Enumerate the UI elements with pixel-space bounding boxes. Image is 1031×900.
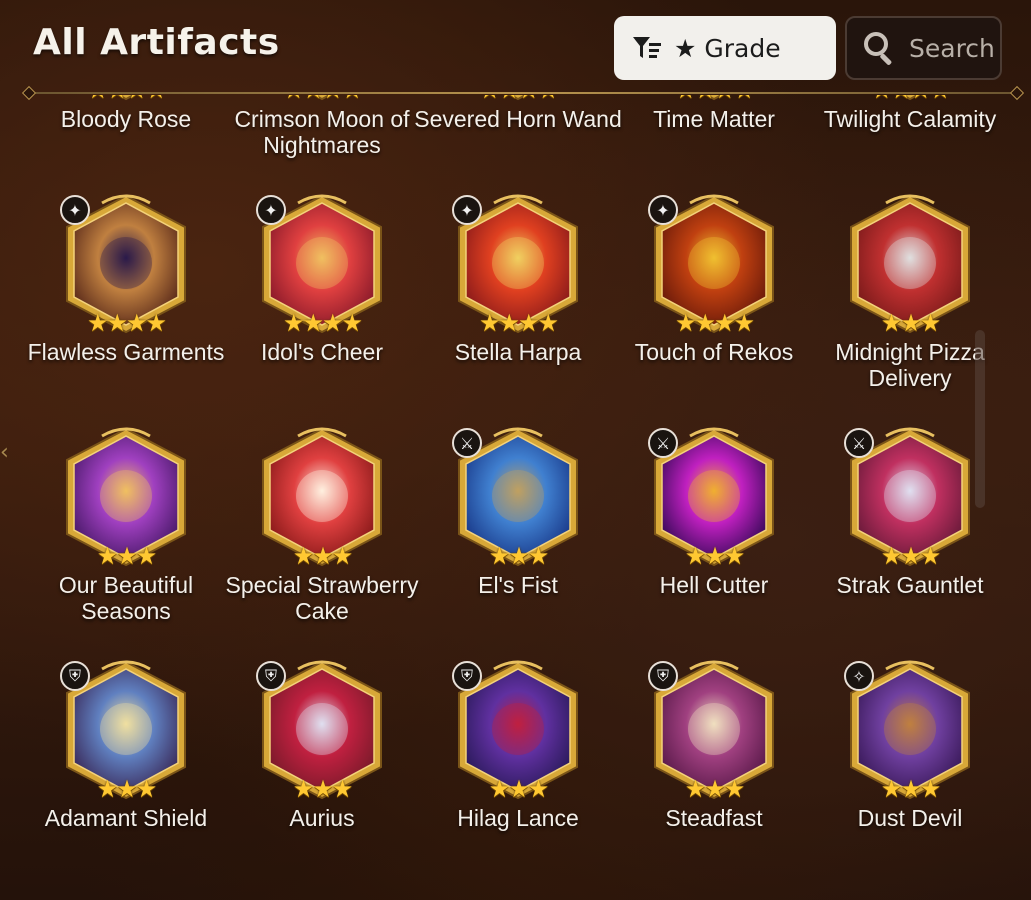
artifact-card[interactable]: ★★★★ Crimson Moon of Nightmares [224,95,420,193]
search-label: Search [909,33,995,63]
artifact-card[interactable]: ★★★★ Bloody Rose [28,95,224,193]
search-icon [864,32,892,65]
mage-icon: ✦ [60,195,90,225]
artifact-name: Aurius [289,805,355,831]
artifact-card[interactable]: ✦ ★★★★ Flawless Garments [28,193,224,426]
artifact-name: El's Fist [478,572,558,598]
artifact-name: Severed Horn Wand [414,106,622,132]
mage-icon: ✦ [256,195,286,225]
artifact-card[interactable]: ⛨ ★★★ Aurius [224,659,420,892]
artifact-card[interactable]: ⛨ ★★★ Hilag Lance [420,659,616,892]
star-rating: ★★★ [488,775,550,803]
artifact-name: Our Beautiful Seasons [58,572,194,624]
artifact-card[interactable]: ⚔ ★★★ El's Fist [420,426,616,659]
scrollbar-thumb[interactable] [975,330,985,508]
artifact-name: Hell Cutter [659,572,769,598]
knight-icon: ⛨ [452,661,482,691]
artifact-card[interactable]: ★★★★ Time Matter [616,95,812,193]
star-rating: ★★★ [684,775,746,803]
star-rating: ★★★★ [28,95,224,104]
star-rating: ★★★★ [86,309,167,337]
star-rating: ★★★ [96,542,158,570]
sort-grade-label: ★ Grade [674,33,781,63]
star-rating: ★★★★ [478,309,559,337]
star-rating: ★★★★ [674,309,755,337]
artifact-name: Strak Gauntlet [836,572,984,598]
sort-grade-button[interactable]: ★ Grade [614,16,836,80]
star-rating: ★★★★ [812,95,1008,104]
artifact-name: Adamant Shield [44,805,208,831]
star-rating: ★★★ [684,542,746,570]
artifact-card[interactable]: ⛨ ★★★ Adamant Shield [28,659,224,892]
star-rating: ★★★★ [616,95,812,104]
star-rating: ★★★★ [224,95,420,104]
knight-icon: ⛨ [60,661,90,691]
search-button[interactable]: Search [845,16,1002,80]
artifact-row: ⛨ ★★★ Adamant Shield ⛨ ★★★ Aurius ⛨ ★★★ Hilag La… [28,659,1008,892]
artifact-name: Flawless Garments [27,339,225,365]
artifact-name: Hilag Lance [457,805,579,831]
top-bar: All Artifacts ★ Grade Search [0,0,1031,94]
artifact-card[interactable]: ✦ ★★★★ Touch of Rekos [616,193,812,426]
artifact-card[interactable]: ★★★★ Severed Horn Wand [414,95,622,193]
star-rating: ★★★ [880,775,942,803]
artifact-card[interactable]: ★★★ Our Beautiful Seasons [28,426,224,659]
artifact-card[interactable]: ★★★★ Twilight Calamity [812,95,1008,193]
artifact-card[interactable]: ★★★ Special Strawberry Cake [224,426,420,659]
artifact-name: Twilight Calamity [823,106,997,132]
artifact-name: Stella Harpa [454,339,582,365]
artifact-name: Special Strawberry Cake [225,572,419,624]
star-rating: ★★★★ [282,309,363,337]
header-divider [28,92,1018,94]
knight-icon: ⛨ [256,661,286,691]
knight-icon: ⛨ [648,661,678,691]
artifact-name: Dust Devil [857,805,963,831]
artifact-grid-viewport[interactable]: ★★★★ Bloody Rose ★★★★ Crimson Moon of Night… [0,95,1031,900]
warrior-icon: ⚔ [648,428,678,458]
star-rating: ★★★★ [420,95,616,104]
mage-icon: ✦ [452,195,482,225]
warrior-icon: ⚔ [844,428,874,458]
artifact-name: Time Matter [653,106,775,132]
artifact-card[interactable]: ✧ ★★★ Dust Devil [812,659,1008,892]
star-rating: ★★★ [488,542,550,570]
artifact-name: Steadfast [665,805,763,831]
artifact-card[interactable]: ✦ ★★★★ Idol's Cheer [224,193,420,426]
artifact-row: ✦ ★★★★ Flawless Garments ✦ ★★★★ Idol's Cheer ✦… [28,193,1008,426]
sort-filter-icon [633,37,661,58]
artifact-card[interactable]: ✦ ★★★★ Stella Harpa [420,193,616,426]
warrior-icon: ⚔ [452,428,482,458]
artifact-row: ★★★★ Bloody Rose ★★★★ Crimson Moon of Night… [28,95,1008,193]
artifact-row: ★★★ Our Beautiful Seasons ★★★ Special Straw… [28,426,1008,659]
star-rating: ★★★ [96,775,158,803]
page-title: All Artifacts [33,22,280,63]
soul-weaver-icon: ✧ [844,661,874,691]
mage-icon: ✦ [648,195,678,225]
artifact-name: Idol's Cheer [260,339,383,365]
star-rating: ★★★ [880,542,942,570]
artifact-name: Bloody Rose [60,106,192,132]
artifact-card[interactable]: ⛨ ★★★ Steadfast [616,659,812,892]
artifact-name: Touch of Rekos [634,339,794,365]
star-rating: ★★★ [292,775,354,803]
star-rating: ★★★ [292,542,354,570]
artifact-card[interactable]: ⚔ ★★★ Hell Cutter [616,426,812,659]
artifact-name: Crimson Moon of Nightmares [234,106,410,158]
